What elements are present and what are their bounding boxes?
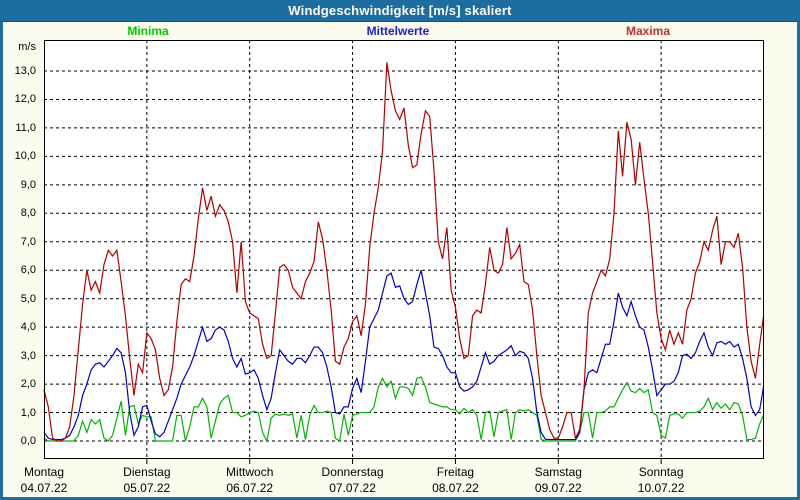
y-tick-label: 10,0 xyxy=(14,150,36,163)
y-tick-label: 12,0 xyxy=(14,93,36,106)
day-name: Sonntag xyxy=(638,465,684,479)
plot-area xyxy=(43,40,764,464)
wind-speed-report-window: { "window": { "title": "Windgeschwindigk… xyxy=(0,0,800,500)
y-tick-label: 2,0 xyxy=(20,378,36,391)
y-tick-label: 3,0 xyxy=(20,349,36,362)
day-name: Samstag xyxy=(534,465,582,479)
y-tick-label: 0,0 xyxy=(20,435,36,447)
day-date: 06.07.22 xyxy=(226,481,274,495)
x-day-label-sonntag: Sonntag 10.07.22 xyxy=(638,464,685,496)
y-tick-label: 8,0 xyxy=(20,207,36,220)
legend-label-mittelwerte: Mittelwerte xyxy=(366,24,430,38)
day-name: Mittwoch xyxy=(226,465,274,479)
day-name: Dienstag xyxy=(123,465,171,479)
y-tick-label: 4,0 xyxy=(20,321,36,334)
legend-label-minima: Minima xyxy=(127,24,169,38)
y-tick-label: 6,0 xyxy=(20,264,36,277)
x-day-label-mittwoch: Mittwoch 06.07.22 xyxy=(226,464,273,496)
window-title: Windgeschwindigkeit [m/s] skaliert xyxy=(288,3,512,18)
y-tick-label: 1,0 xyxy=(20,406,36,419)
y-tick-label: 5,0 xyxy=(20,292,36,305)
x-day-label-samstag: Samstag 09.07.22 xyxy=(535,464,582,496)
day-date: 10.07.22 xyxy=(637,481,685,495)
day-name: Freitag xyxy=(436,465,475,479)
y-tick-label: 7,0 xyxy=(20,235,36,248)
y-tick-label: 11,0 xyxy=(15,121,36,134)
day-date: 05.07.22 xyxy=(123,481,171,495)
y-tick-label: 13,0 xyxy=(14,65,36,77)
day-date: 09.07.22 xyxy=(534,481,582,495)
day-date: 04.07.22 xyxy=(20,481,68,495)
day-name: Donnerstag xyxy=(321,465,384,479)
x-day-label-freitag: Freitag 08.07.22 xyxy=(432,464,479,496)
y-axis-unit-label: m/s xyxy=(18,41,36,53)
x-day-label-montag: Montag 04.07.22 xyxy=(21,464,68,496)
day-name: Montag xyxy=(23,465,65,479)
legend-label-maxima: Maxima xyxy=(625,24,671,38)
x-day-label-dienstag: Dienstag 05.07.22 xyxy=(123,464,170,496)
day-date: 07.07.22 xyxy=(329,481,376,495)
title-bar: Windgeschwindigkeit [m/s] skaliert xyxy=(0,0,800,22)
x-day-label-donnerstag: Donnerstag 07.07.22 xyxy=(322,464,384,496)
y-tick-label: 9,0 xyxy=(20,178,36,191)
plot-background xyxy=(44,40,764,459)
day-date: 08.07.22 xyxy=(432,481,479,495)
